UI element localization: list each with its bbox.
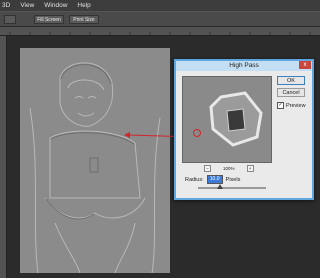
preview-image — [183, 77, 271, 162]
zoom-in-button[interactable]: + — [246, 165, 254, 172]
slider-thumb[interactable] — [217, 184, 223, 189]
dialog-title: High Pass — [176, 61, 312, 71]
radius-slider[interactable] — [198, 184, 266, 189]
high-pass-dialog: High Pass x OK Cancel ✓ Preview − 100% +… — [174, 59, 314, 200]
radius-unit: Pixels — [225, 176, 241, 183]
zoom-level: 100% — [223, 166, 235, 171]
preview-label: Preview — [286, 102, 306, 109]
radius-row: Radius: 10.0 Pixels — [185, 175, 240, 184]
filter-preview[interactable] — [182, 76, 272, 163]
zoom-out-button[interactable]: − — [204, 165, 211, 172]
ok-button[interactable]: OK — [277, 76, 305, 85]
radius-label: Radius: — [185, 176, 204, 183]
preview-checkbox[interactable]: ✓ — [277, 102, 284, 109]
radius-input[interactable]: 10.0 — [206, 175, 223, 184]
close-button[interactable]: x — [299, 61, 311, 69]
zoom-controls: − 100% + — [204, 165, 254, 172]
cancel-button[interactable]: Cancel — [277, 88, 305, 97]
preview-checkbox-row[interactable]: ✓ Preview — [277, 102, 306, 109]
